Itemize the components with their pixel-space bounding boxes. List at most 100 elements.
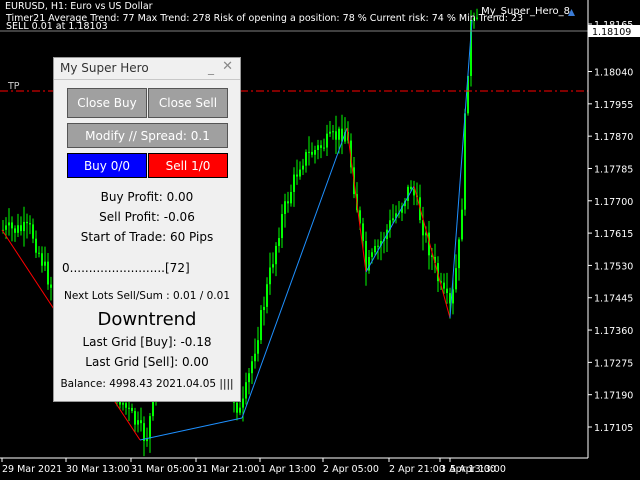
price-tick-label: 1.18040 xyxy=(594,68,633,79)
candle-body xyxy=(26,221,28,224)
modify-spread-button[interactable]: Modify // Spread: 0.1 xyxy=(67,123,228,148)
candle-body xyxy=(443,282,445,289)
time-tick-label: 31 Mar 05:00 xyxy=(131,464,194,475)
candle-body xyxy=(41,253,43,266)
ea-name-label[interactable]: My_Super_Hero_8 xyxy=(481,6,570,17)
sell-position-line: SELL 0.01 at 1.18103 xyxy=(6,21,108,32)
candle-body xyxy=(251,361,253,374)
time-tick-label: 5 Apr 13:00 xyxy=(450,464,506,475)
candle-body xyxy=(11,222,13,229)
price-tick-label: 1.17700 xyxy=(594,197,633,208)
zigzag-segment xyxy=(346,127,367,273)
symbol-header: EURUSD, H1: Euro vs US Dollar xyxy=(5,1,153,12)
close-sell-button[interactable]: Close Sell xyxy=(148,88,228,118)
candle-body xyxy=(296,174,298,177)
candle-body xyxy=(254,353,256,362)
expert-panel: My Super Hero _ ✕ Close Buy Close Sell M… xyxy=(53,57,241,402)
candle-body xyxy=(44,261,46,266)
candle-body xyxy=(314,149,316,155)
candle-body xyxy=(284,201,286,215)
candle-body xyxy=(239,407,241,413)
balance: Balance: 4998.43 2021.04.05 |||| xyxy=(60,378,234,390)
panel-title: My Super Hero xyxy=(60,61,149,75)
candle-body xyxy=(371,252,373,257)
minimize-icon[interactable]: _ xyxy=(208,62,214,74)
candle-body xyxy=(317,145,319,150)
price-tick-label: 1.17445 xyxy=(594,294,633,305)
start-of-trade: Start of Trade: 60 Pips xyxy=(80,230,214,244)
close-icon[interactable]: ✕ xyxy=(222,60,233,74)
candle-body xyxy=(266,284,268,307)
last-grid-sell: Last Grid [Sell]: 0.00 xyxy=(85,355,209,369)
time-tick-label: 30 Mar 13:00 xyxy=(66,464,129,475)
close-buy-button[interactable]: Close Buy xyxy=(67,88,147,118)
price-tick-label: 1.17190 xyxy=(594,391,633,402)
candle-body xyxy=(242,398,244,408)
candle-body xyxy=(23,221,25,232)
candle-body xyxy=(338,128,340,140)
candle-body xyxy=(320,145,322,148)
candle-body xyxy=(131,407,133,412)
candle-body xyxy=(377,245,379,247)
price-tick-label: 1.17105 xyxy=(594,423,633,434)
candle-body xyxy=(311,151,313,155)
title-divider xyxy=(54,79,240,80)
price-tick-label: 1.17615 xyxy=(594,229,633,240)
candle-body xyxy=(293,174,295,192)
candle-body xyxy=(32,224,34,239)
candle-body xyxy=(455,268,457,290)
buy-profit: Buy Profit: 0.00 xyxy=(100,190,194,204)
trend-status: Downtrend xyxy=(97,309,197,330)
candle-body xyxy=(374,246,376,253)
time-tick-label: 1 Apr 13:00 xyxy=(260,464,316,475)
candle-body xyxy=(362,223,364,242)
candle-body xyxy=(275,245,277,265)
candle-body xyxy=(260,310,262,341)
current-price-label: 1.18109 xyxy=(592,27,631,38)
candle-body xyxy=(14,228,16,233)
candle-body xyxy=(29,223,31,225)
sell-profit: Sell Profit: -0.06 xyxy=(99,210,195,224)
candle-body xyxy=(20,225,22,232)
candle-body xyxy=(278,238,280,246)
next-lots: Next Lots Sell/Sum : 0.01 / 0.01 xyxy=(63,290,231,302)
zigzag-segment xyxy=(139,417,243,441)
candle-body xyxy=(149,416,151,439)
candle-body xyxy=(143,423,145,442)
time-tick-label: 2 Apr 21:00 xyxy=(389,464,445,475)
candle-body xyxy=(446,288,448,294)
price-tick-label: 1.17360 xyxy=(594,326,633,337)
price-tick-label: 1.17870 xyxy=(594,132,633,143)
candle-body xyxy=(257,340,259,354)
sell-button[interactable]: Sell 1/0 xyxy=(148,153,228,178)
candle-body xyxy=(392,218,394,221)
candle-body xyxy=(17,225,19,233)
zigzag-segment xyxy=(365,185,415,273)
candle-body xyxy=(281,214,283,239)
candle-body xyxy=(137,420,139,425)
candle-body xyxy=(290,191,292,204)
candle-body xyxy=(140,420,142,424)
candle-body xyxy=(302,165,304,170)
zigzag-segment xyxy=(413,185,451,319)
time-tick-label: 29 Mar 2021 xyxy=(2,464,62,475)
candle-body xyxy=(305,152,307,166)
time-tick-label: 2 Apr 05:00 xyxy=(323,464,379,475)
candle-body xyxy=(332,131,334,133)
ea-hat-icon[interactable] xyxy=(567,8,576,17)
candle-body xyxy=(248,373,250,383)
candle-body xyxy=(272,264,274,268)
candle-body xyxy=(458,239,460,269)
candle-body xyxy=(125,403,127,408)
last-grid-buy: Last Grid [Buy]: -0.18 xyxy=(82,335,212,349)
candle-body xyxy=(128,407,130,409)
candle-body xyxy=(35,238,37,253)
candle-body xyxy=(8,222,10,226)
progress-indicator: 0.........................[72] xyxy=(62,261,190,275)
candle-body xyxy=(323,147,325,149)
buy-button[interactable]: Buy 0/0 xyxy=(67,153,147,178)
candle-body xyxy=(329,131,331,134)
tp-label: TP xyxy=(8,81,20,92)
candle-body xyxy=(50,284,52,288)
candle-body xyxy=(461,209,463,240)
